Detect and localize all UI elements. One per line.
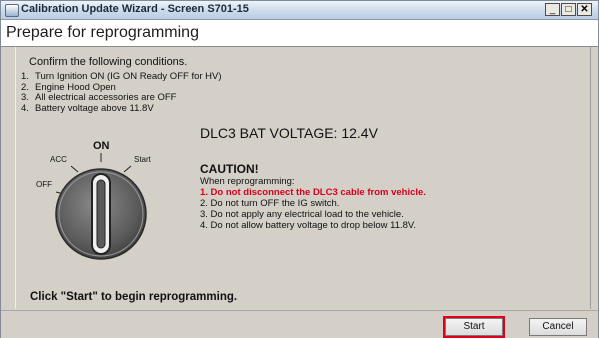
condition-text: Engine Hood Open xyxy=(35,81,116,93)
calibration-wizard-window: Calibration Update Wizard - Screen S701-… xyxy=(0,0,599,338)
caution-title: CAUTION! xyxy=(200,162,259,176)
battery-voltage-readout: DLC3 BAT VOLTAGE: 12.4V xyxy=(200,125,378,141)
condition-number: 3. xyxy=(21,92,29,103)
window-title: Calibration Update Wizard - Screen S701-… xyxy=(21,3,249,15)
caution-item: 4. Do not allow battery voltage to drop … xyxy=(200,220,416,231)
condition-number: 1. xyxy=(21,71,29,82)
content-panel: Confirm the following conditions. 1. Turn… xyxy=(15,47,591,309)
cancel-button[interactable]: Cancel xyxy=(529,318,587,336)
caution-item-warning: 1. Do not disconnect the DLC3 cable from… xyxy=(200,187,426,198)
condition-text: Battery voltage above 11.8V xyxy=(35,102,154,114)
caution-list: 1. Do not disconnect the DLC3 cable from… xyxy=(200,187,426,231)
title-bar[interactable]: Calibration Update Wizard - Screen S701-… xyxy=(1,1,598,20)
window-controls: _ □ ✕ xyxy=(545,3,592,16)
condition-text: All electrical accessories are OFF xyxy=(35,92,177,103)
maximize-button[interactable]: □ xyxy=(561,3,576,16)
page-header: Prepare for reprogramming xyxy=(1,20,598,47)
condition-number: 4. xyxy=(21,102,29,114)
confirm-text: Confirm the following conditions. xyxy=(29,56,188,68)
minimize-button[interactable]: _ xyxy=(545,3,560,16)
caution-intro: When reprogramming: xyxy=(200,176,295,187)
button-bar: Start Cancel xyxy=(1,310,598,338)
page-title: Prepare for reprogramming xyxy=(6,24,199,41)
ignition-switch-diagram: ON ACC Start OFF xyxy=(34,140,184,260)
close-button[interactable]: ✕ xyxy=(577,3,592,16)
conditions-list: 1. Turn Ignition ON (IG ON Ready OFF for … xyxy=(19,71,222,115)
app-icon xyxy=(5,4,19,17)
start-instruction: Click "Start" to begin reprogramming. xyxy=(30,291,238,303)
caution-item: 3. Do not apply any electrical load to t… xyxy=(200,209,404,220)
ignition-key-icon xyxy=(55,153,147,260)
caution-item: 2. Do not turn OFF the IG switch. xyxy=(200,198,340,209)
condition-item: 4. Battery voltage above 11.8V xyxy=(19,102,222,115)
start-button[interactable]: Start xyxy=(445,318,503,336)
condition-text: Turn Ignition ON (IG ON Ready OFF for HV… xyxy=(35,71,222,82)
